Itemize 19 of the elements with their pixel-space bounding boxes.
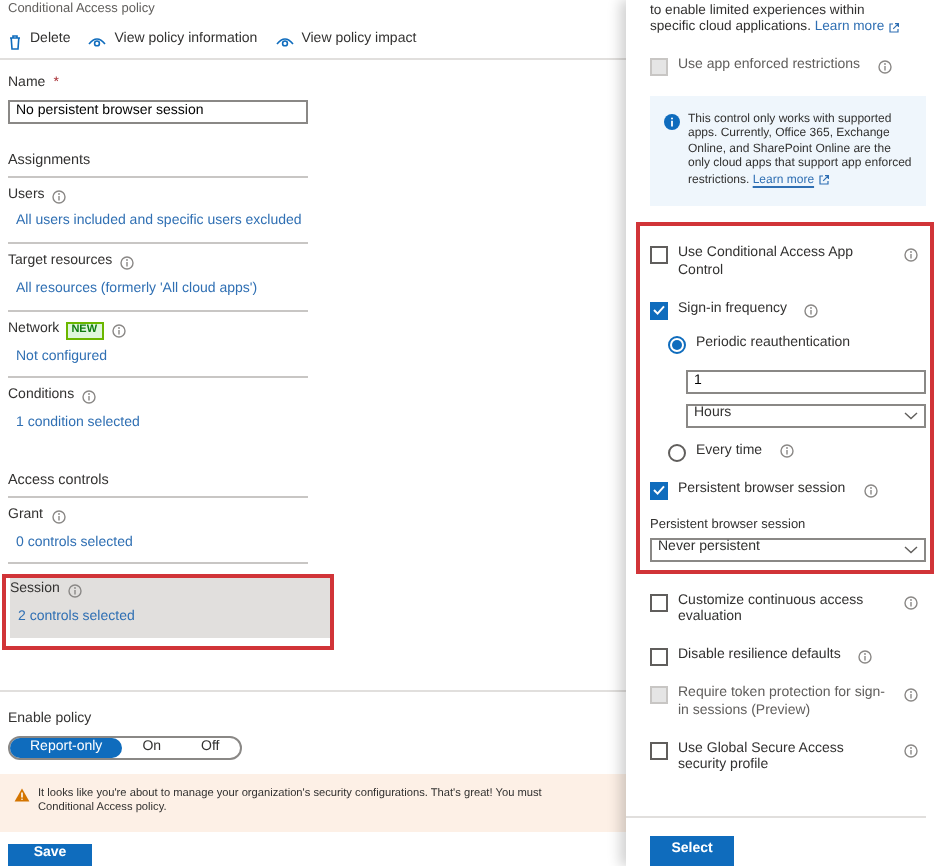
checkbox[interactable] bbox=[650, 301, 668, 320]
warning-icon bbox=[14, 788, 30, 803]
check-icon bbox=[652, 484, 666, 497]
eye-icon bbox=[88, 35, 107, 47]
external-link-icon bbox=[818, 173, 831, 186]
trash-icon bbox=[8, 33, 22, 49]
checkbox[interactable] bbox=[650, 246, 668, 265]
radio-button[interactable] bbox=[668, 443, 686, 462]
radio-button[interactable] bbox=[668, 335, 686, 354]
info-icon bbox=[664, 113, 680, 130]
check-icon bbox=[652, 304, 666, 317]
external-link-icon bbox=[888, 21, 901, 34]
checkbox[interactable] bbox=[650, 648, 668, 667]
checkbox[interactable] bbox=[650, 593, 668, 612]
checkbox[interactable] bbox=[650, 481, 668, 500]
eye-icon bbox=[275, 35, 294, 47]
chevron-down-icon bbox=[904, 545, 918, 554]
chevron-down-icon bbox=[904, 411, 918, 420]
checkbox[interactable] bbox=[650, 741, 668, 760]
